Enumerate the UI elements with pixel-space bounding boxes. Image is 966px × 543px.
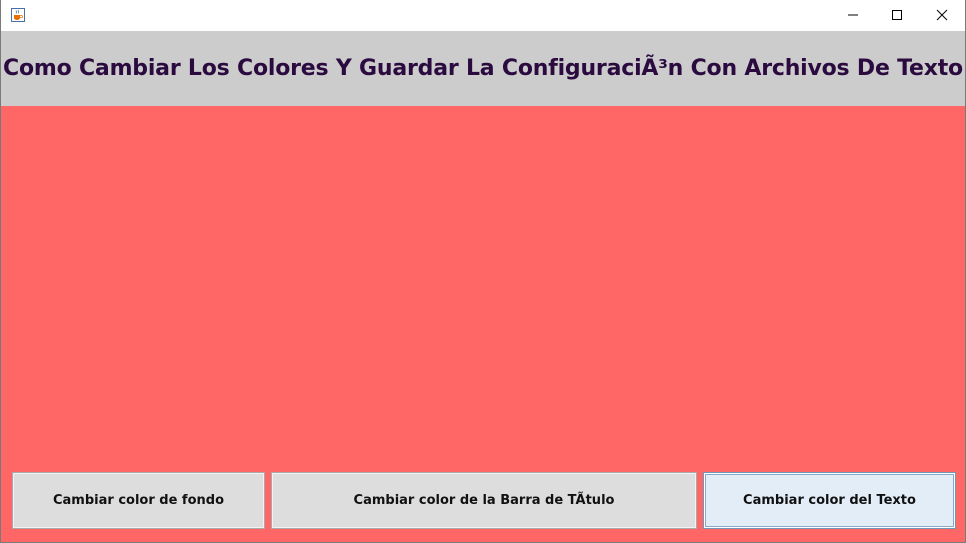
close-button[interactable] bbox=[919, 0, 965, 30]
change-titlebar-color-button[interactable]: Cambiar color de la Barra de TÃ­tulo bbox=[271, 472, 697, 529]
app-window: Como Cambiar Los Colores Y Guardar La Co… bbox=[0, 0, 966, 543]
change-text-color-button[interactable]: Cambiar color del Texto bbox=[703, 472, 956, 529]
java-cup-icon bbox=[10, 7, 26, 23]
maximize-button[interactable] bbox=[874, 0, 920, 30]
header-band: Como Cambiar Los Colores Y Guardar La Co… bbox=[1, 31, 965, 106]
minimize-icon bbox=[847, 6, 859, 25]
close-icon bbox=[936, 6, 948, 25]
maximize-icon bbox=[891, 6, 903, 25]
window-titlebar[interactable] bbox=[1, 0, 965, 31]
minimize-button[interactable] bbox=[830, 0, 876, 30]
change-background-color-button[interactable]: Cambiar color de fondo bbox=[12, 472, 265, 529]
page-title: Como Cambiar Los Colores Y Guardar La Co… bbox=[3, 56, 963, 81]
